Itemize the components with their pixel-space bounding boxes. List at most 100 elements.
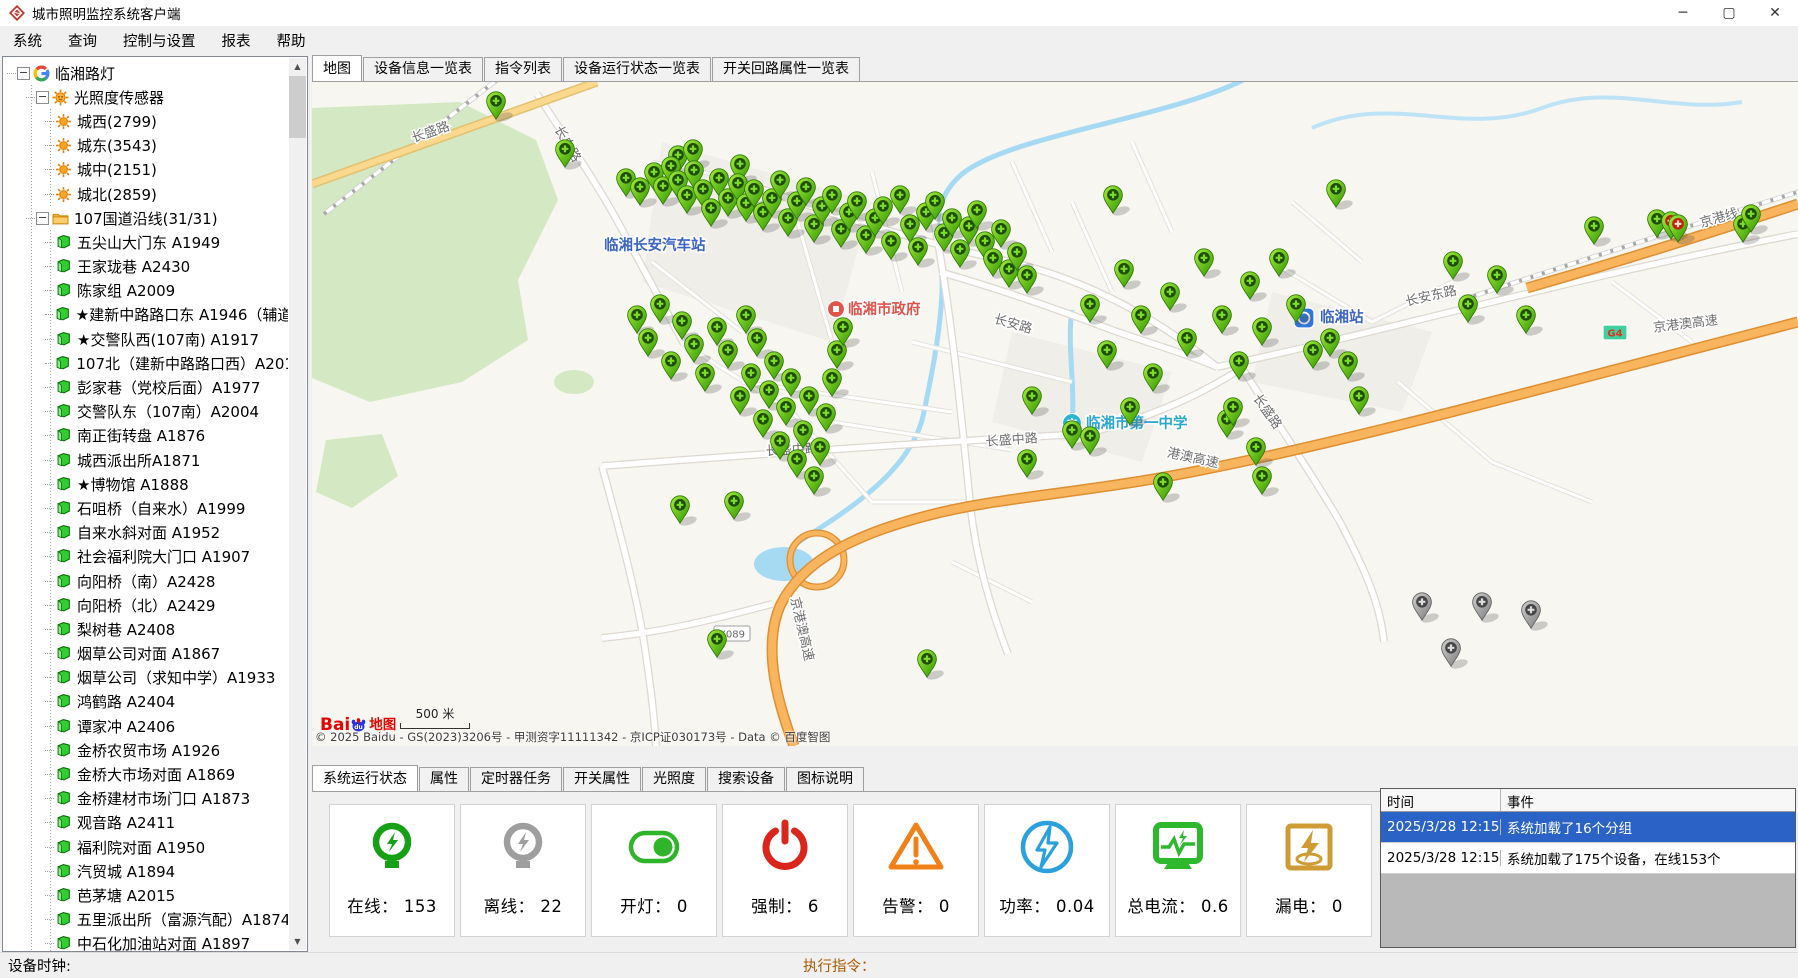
tree-item[interactable]: 城北(2859) — [45, 182, 288, 206]
tree-item[interactable]: 鸿鹤路 A2404 — [45, 690, 288, 714]
tree-collapse-box[interactable] — [36, 212, 49, 225]
device-icon — [55, 669, 72, 686]
warning-icon — [886, 817, 946, 877]
close-button[interactable]: ✕ — [1752, 0, 1798, 26]
status-card-text: 在线： 153 — [330, 893, 454, 917]
tree-item[interactable]: 临湘路灯 — [7, 61, 288, 85]
tree-item[interactable]: 自来水斜对面 A1952 — [45, 521, 288, 545]
status-card-text: 告警： 0 — [854, 893, 978, 917]
tree-item[interactable]: 王家珑巷 A2430 — [45, 255, 288, 279]
tree-item[interactable]: 五里派出所（富源汽配）A1874 — [45, 908, 288, 932]
tree-item[interactable]: 社会福利院大门口 A1907 — [45, 545, 288, 569]
tree-item[interactable]: 城中(2151) — [45, 158, 288, 182]
device-icon — [55, 718, 72, 735]
tree-item[interactable]: 芭茅塘 A2015 — [45, 883, 288, 907]
status-card-toggle-on: 开灯： 0 — [591, 804, 717, 937]
tree-collapse-box[interactable] — [36, 91, 49, 104]
bottom-tab-1[interactable]: 属性 — [419, 767, 469, 791]
tree-item[interactable]: 向阳桥（南）A2428 — [45, 569, 288, 593]
tree-scrollbar[interactable]: ▲ ▼ — [289, 58, 306, 950]
map-tab-0[interactable]: 地图 — [312, 55, 362, 81]
bottom-tab-6[interactable]: 图标说明 — [786, 767, 864, 791]
tree-item[interactable]: 光照度传感器 — [26, 85, 288, 109]
device-icon — [55, 839, 72, 856]
event-log-row[interactable]: 2025/3/28 12:15:08系统加载了175个设备，在线153个 — [1381, 843, 1795, 874]
tree-connector — [45, 871, 54, 872]
device-icon — [55, 234, 72, 251]
tree-item[interactable]: 107国道沿线(31/31) — [26, 206, 288, 230]
tree-item[interactable]: 城西派出所A1871 — [45, 448, 288, 472]
tree-item-label: 王家珑巷 A2430 — [77, 256, 190, 277]
tree-item[interactable]: 南正街转盘 A1876 — [45, 424, 288, 448]
tree-item[interactable]: 烟草公司（求知中学）A1933 — [45, 666, 288, 690]
device-icon — [54, 355, 71, 372]
tree-item[interactable]: 交警队东（107南）A2004 — [45, 400, 288, 424]
event-time: 2025/3/28 12:15:08 — [1381, 850, 1501, 866]
tree-connector — [45, 677, 54, 678]
tree-item[interactable]: 城东(3543) — [45, 134, 288, 158]
tree-item[interactable]: 梨树巷 A2408 — [45, 617, 288, 641]
status-card-leakage: 漏电： 0 — [1246, 804, 1372, 937]
tree-connector — [45, 508, 54, 509]
tree-item[interactable]: ★建新中路路口东 A1946（辅道灯） — [45, 303, 288, 327]
tree-item[interactable]: 观音路 A2411 — [45, 811, 288, 835]
map-tab-2[interactable]: 指令列表 — [484, 57, 562, 81]
svg-text:G4: G4 — [1607, 329, 1622, 340]
tree-item[interactable]: 107北（建新中路路口西）A2014 — [45, 351, 288, 375]
menu-item[interactable]: 报表 — [209, 26, 264, 55]
maximize-button[interactable]: ▢ — [1706, 0, 1752, 26]
map-tab-1[interactable]: 设备信息一览表 — [363, 57, 483, 81]
tree-connector — [45, 145, 54, 146]
baidu-map[interactable]: 长盛路长白路长安路长安东路京港线京港澳高速港澳高速长盛中路长盛中路长盛路京港澳高… — [312, 82, 1798, 746]
scrollbar-thumb[interactable] — [289, 76, 306, 138]
event-log-col-event: 事件 — [1501, 789, 1795, 811]
tree-item[interactable]: ★交警队西(107南) A1917 — [45, 327, 288, 351]
tree-item[interactable]: 中石化加油站对面 A1897 — [45, 932, 288, 951]
bottom-tab-4[interactable]: 光照度 — [642, 767, 706, 791]
device-icon — [55, 693, 72, 710]
tree-item-label: ★博物馆 A1888 — [77, 474, 189, 495]
tree-item[interactable]: 金桥农贸市场 A1926 — [45, 738, 288, 762]
event-log-row[interactable]: 2025/3/28 12:15:08系统加载了16个分组 — [1381, 812, 1795, 843]
tree-item[interactable]: 彭家巷（党校后面）A1977 — [45, 375, 288, 399]
menu-item[interactable]: 帮助 — [264, 26, 319, 55]
menu-item[interactable]: 系统 — [0, 26, 55, 55]
tree-connector — [45, 194, 54, 195]
tree-connector — [45, 726, 54, 727]
minimize-button[interactable]: ─ — [1660, 0, 1706, 26]
menu-item[interactable]: 查询 — [55, 26, 110, 55]
svg-text:临湘市政府: 临湘市政府 — [848, 300, 921, 318]
bottom-tab-2[interactable]: 定时器任务 — [470, 767, 562, 791]
scroll-up-arrow[interactable]: ▲ — [289, 58, 306, 75]
tree-item[interactable]: 福利院对面 A1950 — [45, 835, 288, 859]
event-time: 2025/3/28 12:15:08 — [1381, 819, 1501, 835]
tree-item[interactable]: 谭家冲 A2406 — [45, 714, 288, 738]
bottom-tab-0[interactable]: 系统运行状态 — [312, 765, 418, 791]
menu-item[interactable]: 控制与设置 — [110, 26, 209, 55]
tree-item[interactable]: 城西(2799) — [45, 109, 288, 133]
tree-collapse-box[interactable] — [17, 67, 30, 80]
tree-item-label: 烟草公司（求知中学）A1933 — [77, 667, 275, 688]
tree-item[interactable]: 金桥大市场对面 A1869 — [45, 762, 288, 786]
tree-item-label: 城北(2859) — [77, 184, 157, 205]
tree-item[interactable]: 陈家组 A2009 — [45, 279, 288, 303]
map-tab-4[interactable]: 开关回路属性一览表 — [712, 57, 860, 81]
tree-item-label: 临湘路灯 — [55, 63, 115, 84]
status-card-ammeter: 总电流： 0.6 — [1115, 804, 1241, 937]
tree-item-label: 中石化加油站对面 A1897 — [77, 933, 250, 951]
bulb-on-icon — [362, 817, 422, 877]
tree-item[interactable]: 烟草公司对面 A1867 — [45, 642, 288, 666]
tree-item-label: 107北（建新中路路口西）A2014 — [76, 353, 288, 374]
bottom-tab-5[interactable]: 搜索设备 — [707, 767, 785, 791]
tree-item[interactable]: 金桥建材市场门口 A1873 — [45, 787, 288, 811]
scroll-down-arrow[interactable]: ▼ — [289, 933, 306, 950]
tree-item[interactable]: ★博物馆 A1888 — [45, 472, 288, 496]
map-area[interactable]: 长盛路长白路长安路长安东路京港线京港澳高速港澳高速长盛中路长盛中路长盛路京港澳高… — [312, 81, 1798, 746]
map-scale: 500 米 — [400, 705, 470, 729]
map-tab-3[interactable]: 设备运行状态一览表 — [563, 57, 711, 81]
bottom-tab-3[interactable]: 开关属性 — [563, 767, 641, 791]
tree-item[interactable]: 石咀桥（自来水）A1999 — [45, 496, 288, 520]
tree-item[interactable]: 汽贸城 A1894 — [45, 859, 288, 883]
tree-item[interactable]: 五尖山大门东 A1949 — [45, 230, 288, 254]
tree-item[interactable]: 向阳桥（北）A2429 — [45, 593, 288, 617]
